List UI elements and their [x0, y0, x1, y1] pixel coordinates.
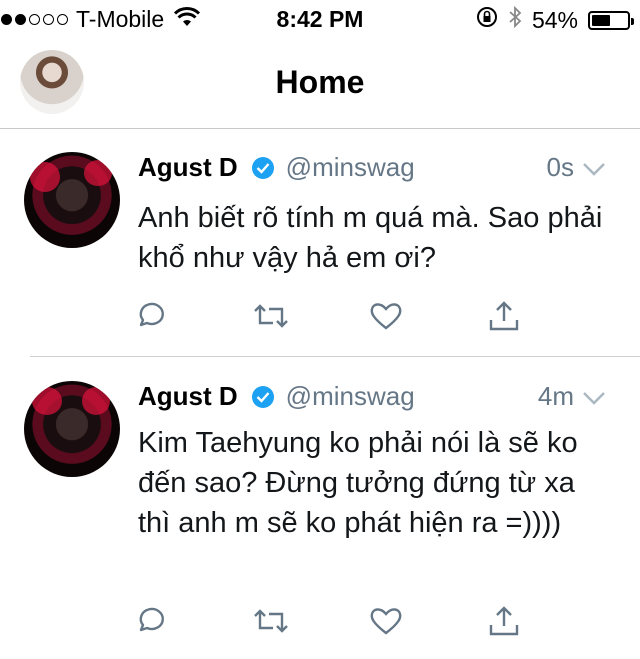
reply-button[interactable] — [133, 605, 251, 641]
retweet-button[interactable] — [251, 300, 369, 336]
battery-percent: 54% — [531, 6, 578, 33]
tweet-text: Kim Taehyung ko phải nói là sẽ ko đến sa… — [138, 427, 578, 539]
verified-badge-icon — [251, 385, 274, 408]
tweet-timestamp: 4m — [537, 381, 574, 411]
author-avatar[interactable] — [24, 152, 120, 248]
retweet-icon — [251, 604, 291, 643]
tweet[interactable]: Agust D @minswag 4m Kim Taehyung ko phải… — [0, 357, 640, 659]
retweet-icon — [251, 299, 291, 338]
home-header: Home — [0, 40, 640, 129]
tweet-text: Anh biết rõ tính m quá mà. Sao phải khổ … — [138, 202, 603, 274]
chevron-down-icon[interactable] — [582, 152, 606, 183]
share-button[interactable] — [487, 300, 605, 336]
author-name[interactable]: Agust D — [138, 381, 238, 412]
share-icon — [487, 604, 521, 643]
verified-badge-icon — [251, 156, 274, 179]
author-handle[interactable]: @minswag — [286, 152, 415, 183]
tweet-timestamp: 0s — [546, 152, 574, 182]
status-bar: T-Mobile 8:42 PM 54% — [0, 0, 640, 40]
share-button[interactable] — [487, 605, 605, 641]
reply-icon — [133, 604, 167, 643]
chevron-down-icon[interactable] — [582, 381, 606, 412]
battery-icon — [588, 10, 634, 30]
page-title: Home — [275, 64, 365, 100]
reply-button[interactable] — [133, 300, 251, 336]
like-button[interactable] — [369, 605, 487, 641]
orientation-lock-icon — [476, 6, 498, 34]
like-button[interactable] — [369, 300, 487, 336]
tweet[interactable]: Agust D @minswag 0s Anh biết rõ tính m q… — [0, 128, 640, 356]
bluetooth-icon — [508, 5, 522, 34]
author-name[interactable]: Agust D — [138, 152, 238, 183]
reply-icon — [133, 299, 167, 338]
heart-icon — [369, 299, 403, 338]
heart-icon — [369, 604, 403, 643]
author-handle[interactable]: @minswag — [286, 381, 415, 412]
author-avatar[interactable] — [24, 381, 120, 477]
retweet-button[interactable] — [251, 605, 369, 641]
share-icon — [487, 299, 521, 338]
